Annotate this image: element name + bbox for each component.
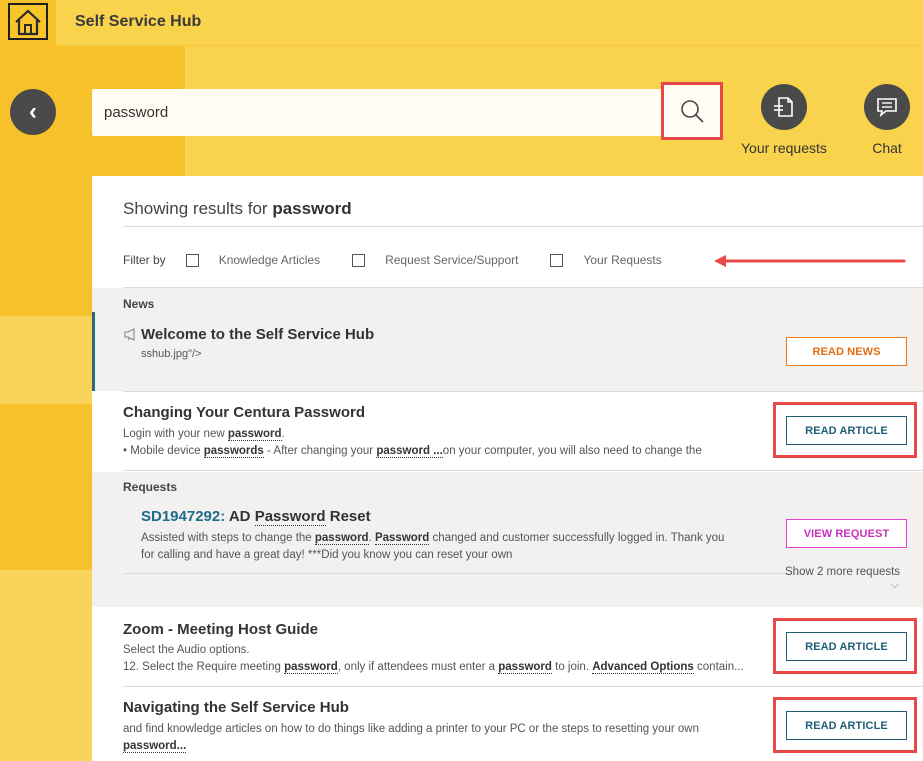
arrow-left-icon <box>714 255 906 267</box>
results-prefix: Showing results for <box>123 199 268 218</box>
request-title[interactable]: SD1947292: AD Password Reset <box>141 508 371 526</box>
show-more-requests-link[interactable]: Show 2 more requests <box>785 566 900 578</box>
view-request-button[interactable]: VIEW REQUEST <box>786 519 907 548</box>
back-button[interactable]: ‹ <box>10 89 56 135</box>
news-section: News Welcome to the Self Service Hub ssh… <box>92 288 923 391</box>
request-snippet: Assisted with steps to change the passwo… <box>141 532 725 545</box>
chat-icon <box>877 98 897 118</box>
chevron-down-icon[interactable]: ⌵ <box>891 580 899 591</box>
results-heading: Showing results for password <box>123 199 352 219</box>
filter-request-service-checkbox[interactable] <box>352 253 366 267</box>
search-input[interactable] <box>104 89 654 136</box>
article-snippet: 12. Select the Require meeting password,… <box>123 661 744 674</box>
read-news-button[interactable]: READ NEWS <box>786 337 907 366</box>
filter-row: Filter by Knowledge Articles Request Ser… <box>123 253 694 267</box>
request-id[interactable]: SD1947292: <box>141 508 225 525</box>
filter-label: Filter by <box>123 253 166 267</box>
news-subtitle: sshub.jpg"/> <box>141 348 202 360</box>
document-icon <box>773 97 793 117</box>
filter-your-requests-checkbox[interactable] <box>550 253 564 267</box>
read-article-button[interactable]: READ ARTICLE <box>786 632 907 661</box>
left-decor-band <box>0 316 92 404</box>
divider <box>123 686 923 687</box>
top-bar: Self Service Hub <box>0 0 923 46</box>
chat-icon-circle <box>864 84 910 130</box>
requests-section: Requests SD1947292: AD Password Reset As… <box>92 472 923 607</box>
divider <box>123 226 923 227</box>
news-title[interactable]: Welcome to the Self Service Hub <box>141 326 374 343</box>
filter-knowledge-label: Knowledge Articles <box>218 253 321 267</box>
article-title[interactable]: Zoom - Meeting Host Guide <box>123 621 318 638</box>
article-snippet: and find knowledge articles on how to do… <box>123 723 699 735</box>
search-bar <box>92 89 722 136</box>
your-requests-label: Your requests <box>741 140 827 156</box>
article-snippet: password... <box>123 740 187 753</box>
results-query: password <box>272 199 352 218</box>
read-article-button[interactable]: READ ARTICLE <box>786 711 907 740</box>
article-title[interactable]: Changing Your Centura Password <box>123 404 365 421</box>
chevron-left-icon: ‹ <box>29 98 37 125</box>
home-button[interactable] <box>8 3 48 40</box>
search-button[interactable] <box>661 82 723 140</box>
app-title: Self Service Hub <box>75 13 202 30</box>
divider <box>123 573 803 574</box>
your-requests-button[interactable]: Your requests <box>741 84 827 156</box>
article-snippet: • Mobile device passwords - After changi… <box>123 445 702 458</box>
megaphone-icon <box>124 328 135 341</box>
request-snippet: for calling and have a great day! ***Did… <box>141 549 513 561</box>
home-icon <box>15 9 41 35</box>
filter-your-requests-label: Your Requests <box>583 253 662 267</box>
left-decor-band-lower <box>0 570 92 761</box>
chat-button[interactable]: Chat <box>864 84 910 156</box>
article-snippet: Select the Audio options. <box>123 644 250 656</box>
article-snippet: Login with your new password. <box>123 428 285 441</box>
read-article-button[interactable]: READ ARTICLE <box>786 416 907 445</box>
filter-knowledge-checkbox[interactable] <box>185 253 199 267</box>
divider <box>123 470 923 471</box>
divider <box>123 391 923 392</box>
article-title[interactable]: Navigating the Self Service Hub <box>123 699 349 716</box>
news-section-label: News <box>123 297 155 311</box>
requests-section-label: Requests <box>123 480 178 494</box>
chat-label: Chat <box>872 140 902 156</box>
requests-icon-circle <box>760 84 807 130</box>
results-panel: Showing results for password Filter by K… <box>92 176 923 761</box>
news-accent-bar <box>92 312 95 391</box>
filter-request-service-label: Request Service/Support <box>385 253 519 267</box>
search-icon <box>681 100 704 123</box>
